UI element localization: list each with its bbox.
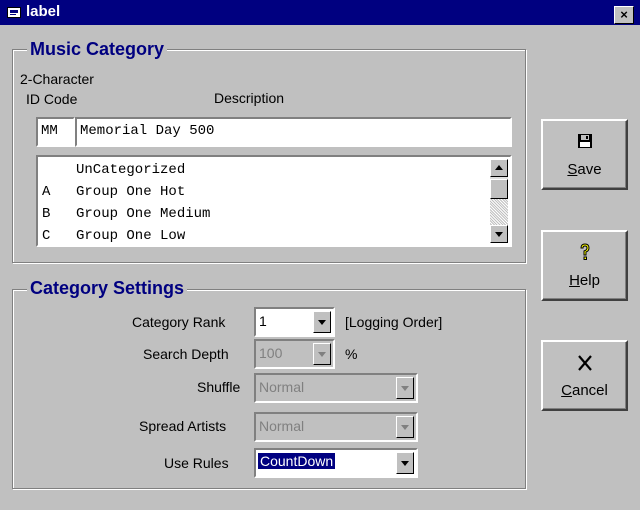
x-mark-icon — [543, 352, 626, 374]
description-field[interactable]: Memorial Day 500 — [75, 117, 512, 147]
shuffle-value: Normal — [259, 379, 305, 395]
chevron-up-icon — [495, 165, 503, 170]
list-item-name: Group One Medium — [76, 206, 211, 222]
chevron-down-icon — [401, 461, 409, 466]
spread-artists-combo[interactable]: Normal — [254, 412, 418, 442]
floppy-disk-icon — [543, 131, 626, 153]
shuffle-combo[interactable]: Normal — [254, 373, 418, 403]
category-list[interactable]: UnCategorized A Group One Hot B Group On… — [36, 155, 512, 247]
save-button[interactable]: Save — [541, 119, 628, 190]
id-code-header-line2: ID Code — [26, 91, 78, 107]
app-icon — [7, 7, 21, 18]
search-depth-label: Search Depth — [143, 346, 229, 362]
use-rules-value: CountDown — [258, 453, 336, 469]
description-value: Memorial Day 500 — [80, 123, 215, 139]
use-rules-dropdown-button[interactable] — [396, 452, 414, 474]
id-code-header-line1: 2-Character — [20, 71, 94, 87]
category-rank-dropdown-button[interactable] — [313, 311, 331, 333]
category-rank-suffix: [Logging Order] — [345, 314, 443, 330]
category-rank-value: 1 — [259, 313, 267, 329]
spread-artists-value: Normal — [259, 418, 305, 434]
list-item-name: Group One Hot — [76, 184, 186, 200]
search-depth-dropdown-button[interactable] — [313, 343, 331, 365]
list-item-name: Group One Low — [76, 228, 186, 244]
question-mark-icon — [543, 242, 626, 264]
help-button[interactable]: Help — [541, 230, 628, 301]
list-item-name: UnCategorized — [76, 162, 186, 178]
scroll-thumb[interactable] — [490, 179, 508, 199]
search-depth-value: 100 — [259, 345, 283, 361]
use-rules-combo[interactable]: CountDown — [254, 448, 418, 478]
list-item-code: C — [42, 228, 51, 244]
window-title: label — [26, 3, 61, 20]
shuffle-label: Shuffle — [197, 379, 241, 395]
cancel-label: Cancel — [561, 382, 608, 399]
chevron-down-icon — [401, 386, 409, 391]
list-item-code: B — [42, 206, 51, 222]
chevron-down-icon — [318, 352, 326, 357]
scroll-down-button[interactable] — [490, 225, 508, 243]
search-depth-combo[interactable]: 100 — [254, 339, 335, 369]
spread-artists-label: Spread Artists — [139, 418, 227, 434]
category-settings-title: Category Settings — [27, 277, 188, 299]
category-rank-label: Category Rank — [132, 314, 226, 330]
close-button[interactable]: × — [614, 6, 634, 24]
use-rules-label: Use Rules — [164, 455, 229, 471]
chevron-down-icon — [495, 232, 503, 237]
category-rank-combo[interactable]: 1 — [254, 307, 335, 337]
help-label: Help — [569, 272, 600, 289]
chevron-down-icon — [318, 320, 326, 325]
save-label: Save — [567, 161, 602, 178]
spread-artists-dropdown-button[interactable] — [396, 416, 414, 438]
music-category-title: Music Category — [27, 38, 168, 60]
cancel-button[interactable]: Cancel — [541, 340, 628, 411]
shuffle-dropdown-button[interactable] — [396, 377, 414, 399]
chevron-down-icon — [401, 425, 409, 430]
id-code-value: MM — [41, 123, 58, 139]
title-bar[interactable]: label × — [0, 0, 640, 25]
scroll-track[interactable] — [490, 199, 508, 227]
search-depth-suffix: % — [345, 346, 358, 362]
scroll-up-button[interactable] — [490, 159, 508, 177]
description-header: Description — [214, 90, 285, 106]
list-scrollbar[interactable] — [490, 159, 508, 243]
id-code-field[interactable]: MM — [36, 117, 75, 147]
list-item-code: A — [42, 184, 51, 200]
